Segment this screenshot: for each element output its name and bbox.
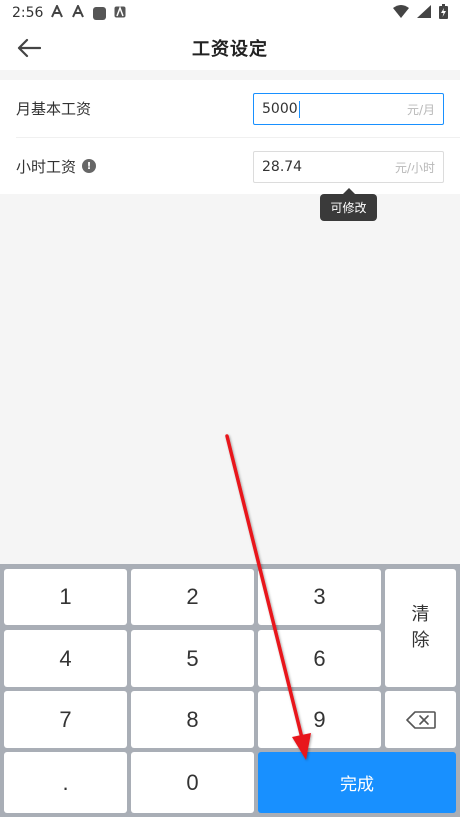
key-9[interactable]: 9 [258, 691, 381, 748]
monthly-salary-label-text: 月基本工资 [16, 100, 92, 118]
key-0[interactable]: 0 [131, 752, 254, 813]
status-time: 2:56 [12, 5, 44, 21]
hourly-salary-unit: 元/小时 [394, 160, 435, 175]
monthly-salary-unit: 元/月 [406, 102, 435, 117]
font-a-icon [51, 3, 64, 21]
status-bar: 2:56 [0, 0, 460, 26]
key-6[interactable]: 6 [258, 630, 381, 687]
text-caret [298, 100, 300, 118]
font-a-small-icon [114, 5, 126, 21]
backspace-icon [405, 710, 436, 729]
key-2[interactable]: 2 [131, 569, 254, 625]
status-right [393, 3, 448, 23]
monthly-salary-label: 月基本工资 [16, 98, 91, 119]
key-5[interactable]: 5 [131, 630, 254, 687]
page-title: 工资设定 [192, 39, 268, 60]
monthly-salary-value-text: 5000 [262, 101, 298, 117]
app-square-icon [93, 6, 107, 20]
hourly-salary-input[interactable]: 28.74 元/小时 [253, 151, 444, 183]
font-a-icon [72, 3, 85, 21]
signal-icon [417, 4, 431, 22]
monthly-salary-input[interactable]: 5000 元/月 [253, 93, 444, 125]
clear-button[interactable]: 清 除 [385, 569, 456, 687]
key-3[interactable]: 3 [258, 569, 381, 625]
key-7[interactable]: 7 [4, 691, 127, 748]
key-dot[interactable]: . [4, 752, 127, 813]
key-1[interactable]: 1 [4, 569, 127, 625]
editable-tooltip: 可修改 [320, 188, 377, 221]
arrow-left-icon [17, 38, 41, 58]
clear-label-top: 清 [411, 604, 430, 625]
back-button[interactable] [14, 34, 44, 62]
hourly-salary-value: 28.74 [262, 159, 303, 175]
monthly-salary-row: 月基本工资 5000 元/月 [0, 80, 460, 137]
info-icon[interactable]: ! [82, 159, 97, 173]
battery-charging-icon [439, 3, 448, 23]
status-left: 2:56 [12, 3, 126, 21]
monthly-salary-value: 5000 [262, 100, 407, 118]
hourly-salary-label-text: 小时工资 [16, 157, 77, 176]
done-button[interactable]: 完成 [258, 752, 456, 813]
app-bar: 工资设定 [0, 26, 460, 70]
wifi-icon [393, 4, 409, 22]
number-keypad: 1 2 3 清 除 4 5 6 7 8 9 . 0 完成 [0, 564, 460, 817]
key-8[interactable]: 8 [131, 691, 254, 748]
clear-label-bottom: 除 [411, 630, 430, 651]
hourly-salary-row: 小时工资 ! 28.74 元/小时 [16, 137, 460, 194]
hourly-salary-label: 小时工资 ! [16, 156, 97, 177]
salary-form: 月基本工资 5000 元/月 小时工资 ! 28.74 元/小时 [0, 80, 460, 194]
backspace-button[interactable] [385, 691, 456, 748]
key-4[interactable]: 4 [4, 630, 127, 687]
